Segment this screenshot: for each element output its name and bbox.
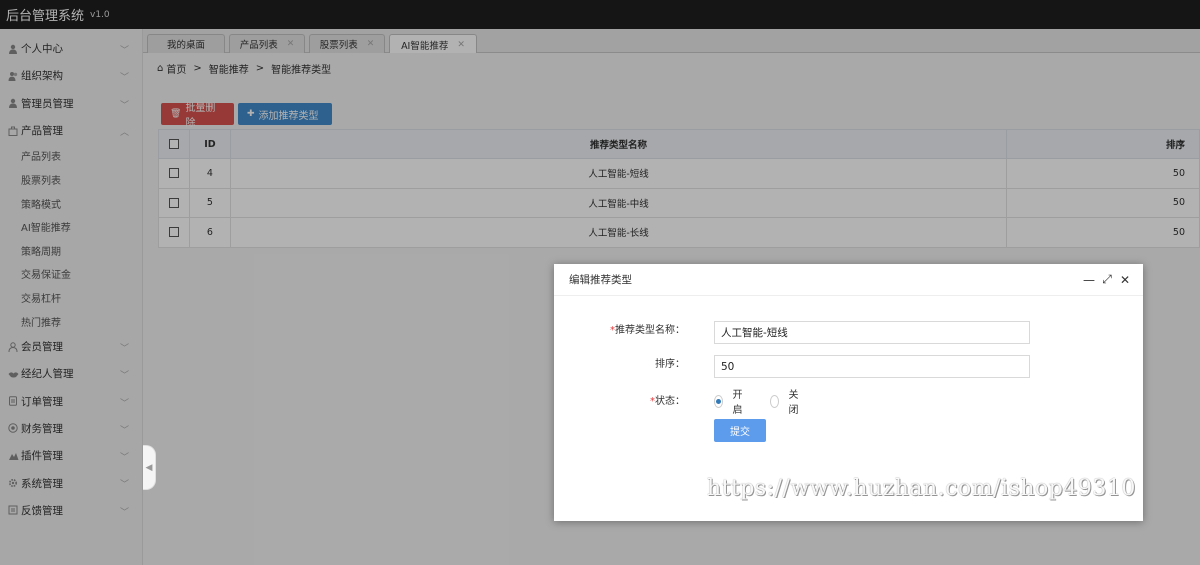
status-on-radio[interactable] (714, 394, 724, 408)
close-icon[interactable]: ✕ (1119, 273, 1131, 287)
sort-row: 排序： 50 (554, 355, 1030, 378)
type-name-input[interactable]: 人工智能-短线 (714, 321, 1030, 344)
status-label-text: 状态： (655, 396, 685, 407)
submit-button[interactable]: 提交 (714, 419, 766, 442)
sidebar-collapse-handle[interactable]: ◀ (143, 445, 156, 490)
sort-input[interactable]: 50 (714, 355, 1030, 378)
dialog-actions: — ⤢ ✕ (1083, 272, 1131, 287)
status-radio-group: 开启 关闭 (714, 386, 802, 416)
dialog-header: 编辑推荐类型 — ⤢ ✕ (554, 264, 1143, 296)
status-off-radio[interactable] (770, 394, 780, 408)
status-on-label[interactable]: 开启 (732, 386, 746, 416)
status-label: *状态： (554, 392, 687, 407)
chevron-left-icon: ◀ (145, 462, 153, 473)
name-row: *推荐类型名称： 人工智能-短线 (554, 321, 1030, 344)
name-label-text: 推荐类型名称： (615, 325, 685, 336)
dialog-title: 编辑推荐类型 (569, 274, 632, 286)
status-off-label[interactable]: 关闭 (788, 386, 802, 416)
name-label: *推荐类型名称： (554, 321, 687, 336)
sort-label: 排序： (655, 359, 685, 370)
minimize-icon[interactable]: — (1083, 273, 1095, 287)
maximize-icon[interactable]: ⤢ (1101, 272, 1113, 287)
status-row: *状态： 开启 关闭 (554, 390, 798, 416)
watermark: https://www.huzhan.com/ishop49310 (707, 476, 1136, 501)
